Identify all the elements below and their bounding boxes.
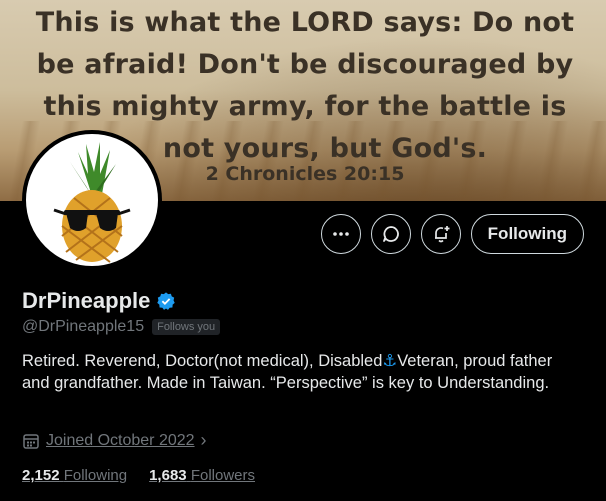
profile-actions: Following [320,214,584,254]
notify-button[interactable] [420,214,461,254]
follows-you-badge: Follows you [152,319,221,335]
user-handle: @DrPineapple15 [22,318,145,335]
display-name: DrPineapple [22,288,151,313]
more-dots-icon [332,232,349,236]
verse-reference: 2 Chronicles 20:15 [205,163,405,185]
bell-plus-icon [434,226,450,243]
joined-row[interactable]: Joined October 2022 › [22,430,207,451]
followers-label: Followers [190,467,255,484]
following-button[interactable]: Following [470,214,584,254]
following-label: Following [63,467,128,484]
name-row: DrPineapple [22,288,176,314]
handle-row: @DrPineapple15 Follows you [22,318,221,336]
verified-badge-icon[interactable] [156,291,176,311]
follow-stats: 2,152 Following 1,683 Followers [22,467,255,484]
avatar[interactable] [22,130,162,270]
followers-stat[interactable]: 1,683 Followers [149,467,255,484]
followers-count: 1,683 [149,467,187,484]
calendar-icon [23,433,39,449]
message-icon [382,226,399,242]
following-count: 2,152 [22,467,60,484]
chevron-right-icon[interactable]: › [201,430,207,451]
message-button[interactable] [370,214,411,254]
profile-bio: Retired. Reverend, Doctor(not medical), … [22,352,553,392]
verse-line: this mighty army, for the battle is [43,91,567,122]
pineapple-icon [53,142,131,263]
anchor-icon: ⚓ [382,352,398,370]
joined-date[interactable]: Joined October 2022 [46,432,195,450]
verse-line: This is what the LORD says: Do not [35,7,575,38]
following-stat[interactable]: 2,152 Following [22,467,127,484]
verse-line: be afraid! Don't be discouraged by [36,49,574,80]
more-button[interactable] [320,214,361,254]
